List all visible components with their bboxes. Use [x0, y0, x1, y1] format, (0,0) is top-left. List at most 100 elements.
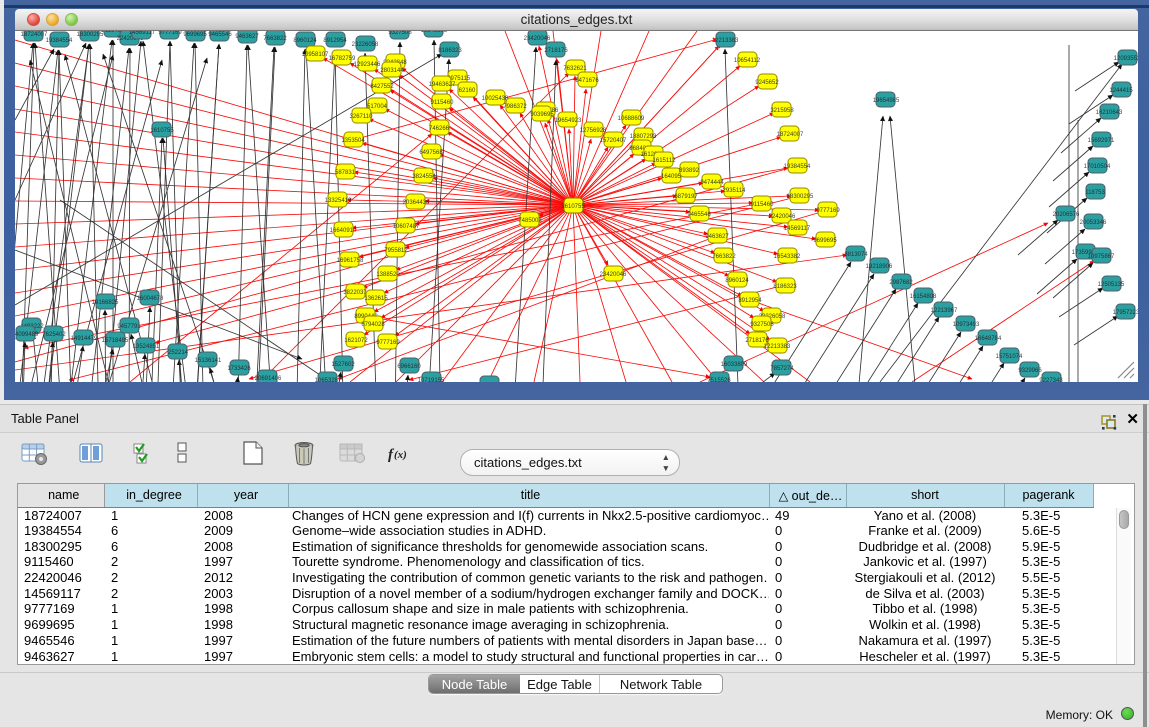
svg-text:9115460: 9115460 [431, 100, 455, 106]
svg-text:19384554: 19384554 [784, 164, 811, 170]
svg-text:19218906: 19218906 [866, 264, 893, 270]
svg-text:12923446: 12923446 [354, 62, 381, 68]
svg-text:19166825: 19166825 [92, 300, 119, 306]
svg-text:20053346: 20053346 [1080, 220, 1107, 226]
svg-text:23420046: 23420046 [600, 272, 627, 278]
svg-text:9699695: 9699695 [813, 238, 837, 244]
svg-text:10975867: 10975867 [1088, 254, 1115, 260]
svg-text:8912954: 8912954 [738, 298, 762, 304]
svg-text:9699695: 9699695 [183, 32, 207, 38]
svg-text:10973493: 10973493 [953, 322, 980, 328]
svg-text:16210643: 16210643 [1096, 110, 1123, 116]
svg-text:10654112: 10654112 [734, 58, 761, 64]
svg-text:6879197: 6879197 [674, 194, 698, 200]
svg-text:16543382: 16543382 [774, 254, 801, 260]
svg-text:13325419: 13325419 [325, 198, 352, 204]
svg-text:6794028: 6794028 [361, 322, 385, 328]
svg-text:9777169: 9777169 [376, 340, 400, 346]
svg-text:20691406: 20691406 [255, 376, 282, 382]
svg-text:15136141: 15136141 [195, 358, 222, 364]
svg-text:8813074: 8813074 [844, 252, 868, 258]
svg-text:2803144: 2803144 [380, 68, 404, 74]
svg-text:7857274: 7857274 [770, 366, 794, 372]
svg-text:15718485: 15718485 [102, 338, 129, 344]
svg-text:7663822: 7663822 [712, 254, 736, 260]
svg-text:10025438: 10025438 [482, 96, 509, 102]
svg-text:2935114: 2935114 [723, 188, 747, 194]
svg-text:118753: 118753 [1085, 190, 1105, 196]
svg-text:62160: 62160 [459, 88, 476, 94]
svg-text:23420046: 23420046 [524, 36, 551, 42]
svg-text:9329966: 9329966 [1018, 368, 1042, 374]
svg-text:7986372: 7986372 [503, 104, 527, 110]
svg-text:9463627: 9463627 [235, 34, 259, 40]
svg-text:893892: 893892 [679, 168, 700, 174]
svg-text:1527602: 1527602 [331, 362, 355, 368]
svg-text:9327508: 9327508 [388, 31, 412, 36]
svg-text:10719155: 10719155 [418, 378, 445, 382]
svg-text:18300295: 18300295 [787, 194, 814, 200]
svg-text:7625402: 7625402 [42, 332, 66, 338]
svg-text:8427552: 8427552 [370, 84, 394, 90]
svg-text:8960124: 8960124 [293, 38, 317, 44]
svg-text:19654985: 19654985 [873, 98, 900, 104]
svg-text:6966160: 6966160 [397, 364, 421, 370]
svg-text:19654923: 19654923 [555, 118, 582, 124]
svg-text:12213967: 12213967 [931, 308, 958, 314]
svg-text:16154808: 16154808 [910, 294, 937, 300]
svg-text:17010504: 17010504 [1084, 164, 1111, 170]
svg-text:16782759: 16782759 [329, 56, 356, 62]
svg-text:16648784: 16648784 [975, 336, 1002, 342]
svg-text:7632621: 7632621 [563, 66, 587, 72]
svg-text:22420046: 22420046 [769, 214, 796, 220]
svg-text:23226058: 23226058 [352, 42, 379, 48]
svg-text:7515526: 7515526 [707, 378, 731, 382]
svg-text:18300295: 18300295 [77, 32, 104, 38]
svg-text:13524851: 13524851 [133, 344, 160, 350]
svg-text:3824554: 3824554 [412, 174, 436, 180]
svg-text:19463627: 19463627 [429, 82, 456, 88]
svg-text:9777169: 9777169 [816, 208, 840, 214]
svg-text:1733426: 1733426 [227, 366, 251, 372]
svg-text:10688609: 10688609 [618, 116, 645, 122]
svg-text:8186323: 8186323 [438, 48, 462, 54]
svg-text:2718176: 2718176 [544, 48, 568, 54]
svg-text:16961758: 16961758 [337, 258, 364, 264]
svg-text:12213383: 12213383 [764, 344, 791, 350]
svg-text:14099489: 14099489 [15, 332, 39, 338]
svg-text:9039695: 9039695 [530, 112, 554, 118]
svg-text:12756928: 12756928 [580, 128, 607, 134]
svg-text:12213383: 12213383 [712, 38, 739, 44]
svg-text:1610755: 1610755 [150, 128, 174, 134]
svg-text:14569117: 14569117 [784, 226, 811, 232]
svg-text:9115460: 9115460 [751, 202, 775, 208]
svg-text:14569117: 14569117 [129, 31, 156, 36]
svg-text:10607487: 10607487 [393, 224, 420, 230]
svg-text:9463627: 9463627 [705, 234, 729, 240]
svg-text:587831: 587831 [335, 170, 356, 176]
svg-text:18724007: 18724007 [21, 32, 48, 38]
svg-text:19384554: 19384554 [46, 38, 73, 44]
svg-text:164095: 164095 [661, 174, 682, 180]
svg-text:7955812: 7955812 [384, 248, 408, 254]
svg-text:9245652: 9245652 [755, 80, 779, 86]
svg-text:10958107: 10958107 [302, 52, 329, 58]
svg-text:6497568: 6497568 [419, 150, 443, 156]
svg-text:9227343: 9227343 [1039, 378, 1063, 382]
svg-text:18724007: 18724007 [777, 132, 804, 138]
svg-text:9465546: 9465546 [208, 32, 232, 38]
svg-text:3267110: 3267110 [350, 114, 374, 120]
svg-text:1610755: 1610755 [561, 204, 585, 210]
svg-text:3215958: 3215958 [770, 108, 794, 114]
svg-text:17957223: 17957223 [1113, 310, 1138, 316]
svg-text:9474444: 9474444 [700, 180, 724, 186]
svg-text:2987682: 2987682 [889, 280, 913, 286]
svg-text:12093553: 12093553 [1114, 56, 1138, 62]
svg-text:20206576: 20206576 [1053, 212, 1080, 218]
svg-text:16543382: 16543382 [421, 31, 448, 34]
svg-text:1244415: 1244415 [1109, 88, 1133, 94]
svg-text:252214: 252214 [168, 350, 189, 356]
svg-text:7485003: 7485003 [518, 218, 542, 224]
svg-text:16033809: 16033809 [721, 362, 748, 368]
svg-text:15692971: 15692971 [1088, 138, 1115, 144]
